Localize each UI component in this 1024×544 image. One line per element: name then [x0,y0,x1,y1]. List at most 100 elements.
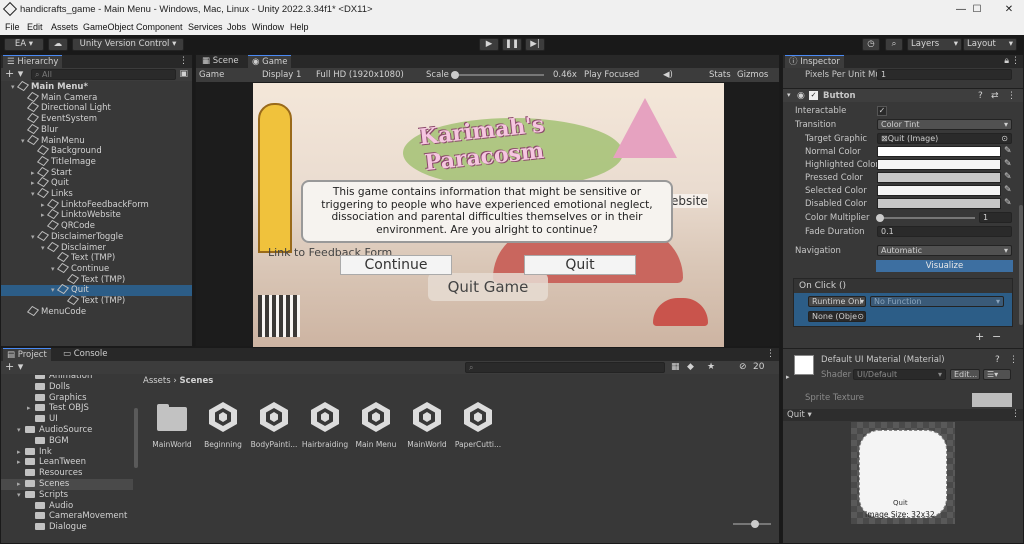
hierarchy-item[interactable]: TitleImage [1,155,192,168]
expand-arrow-icon[interactable]: ▸ [27,403,35,414]
stats-button[interactable]: Stats [709,68,731,82]
lock-icon[interactable]: 🔒︎ [1004,56,1009,66]
asset-scene[interactable]: PaperCutti... [452,400,504,449]
menu-edit[interactable]: Edit [27,22,43,32]
normal-color-swatch[interactable] [877,146,1001,157]
quit-game-button[interactable]: Quit Game [428,273,548,301]
asset-scene[interactable]: BodyPainti... [248,400,300,449]
navigation-dropdown[interactable]: Automatic ▾ [877,245,1012,256]
interactable-checkbox[interactable]: ✓ [877,106,887,116]
menu-help[interactable]: Help [290,22,309,32]
layers-dropdown[interactable]: Layers ▾ [907,38,962,51]
menu-assets[interactable]: Assets [51,22,78,32]
object-field[interactable]: None (Obje ⊙ [808,311,866,322]
audio-icon[interactable]: ◀) [663,68,673,82]
breadcrumb-assets[interactable]: Assets [143,376,171,386]
hierarchy-item[interactable]: Text (TMP) [1,273,192,286]
link-website-text[interactable]: ebsite [671,194,708,208]
menu-window[interactable]: Window [252,22,284,32]
color-multiplier-slider[interactable] [876,214,975,222]
visualize-button[interactable]: Visualize [876,260,1013,272]
help-icon[interactable]: ? [995,355,1000,365]
project-folder-item[interactable]: BGM [1,436,133,447]
label-icon[interactable]: ◆ [687,362,694,372]
more-icon[interactable]: ⋮ [1007,91,1016,101]
collapse-arrow-icon[interactable]: ▾ [17,490,25,501]
project-folder-item[interactable]: CameraMovement [1,511,133,522]
menu-jobs[interactable]: Jobs [227,22,246,32]
expand-arrow-icon[interactable]: ▸ [17,479,25,490]
project-folder-item[interactable]: Resources [1,468,133,479]
preview-name-dropdown[interactable]: Quit ▾ [787,410,812,420]
asset-folder[interactable]: MainWorld [146,400,198,449]
fade-duration-field[interactable]: 0.1 [877,226,1012,237]
hierarchy-item[interactable]: ▾ Main Menu* [1,80,192,93]
add-event-button[interactable]: + [975,330,984,343]
close-button[interactable]: ✕ [992,0,1024,20]
filter-icon[interactable]: ▣ [179,69,188,79]
color-multiplier-handle[interactable] [876,214,884,222]
asset-scene[interactable]: Beginning [197,400,249,449]
edit-shader-button[interactable]: Edit... [950,369,980,380]
menu-file[interactable]: File [5,22,20,32]
breadcrumb-scenes[interactable]: Scenes [179,376,213,386]
zoom-slider[interactable] [733,520,771,528]
eyedropper-icon[interactable]: ✎ [1004,172,1012,182]
preset-icon[interactable]: ⇄ [991,91,999,101]
hierarchy-item[interactable]: ▸ Quit [1,177,192,189]
hierarchy-item[interactable]: ▾ Links [1,187,192,200]
add-icon[interactable]: + ▾ [5,67,23,80]
hierarchy-item[interactable]: Directional Light [1,102,192,114]
project-folder-item[interactable]: UI [1,414,133,425]
function-dropdown[interactable]: No Function ▾ [870,296,1004,307]
visibility-icon[interactable]: ⊘ [739,362,747,372]
tree-scrollbar[interactable] [134,408,138,468]
pressed-color-swatch[interactable] [877,172,1001,183]
zoom-slider-handle[interactable] [751,520,759,528]
hierarchy-item[interactable]: Main Camera [1,91,192,104]
step-button[interactable]: ▶| [525,38,545,51]
continue-button[interactable]: Continue [340,255,452,275]
eyedropper-icon[interactable]: ✎ [1004,146,1012,156]
game-viewport[interactable]: Karimah's Paracosm Link to Feedback Form… [253,83,724,347]
hierarchy-item[interactable]: Text (TMP) [1,252,192,264]
project-folder-item[interactable]: Dialogue [1,522,133,533]
menu-services[interactable]: Services [188,22,223,32]
account-dropdown[interactable]: EA ▾ [4,38,44,51]
transition-dropdown[interactable]: Color Tint ▾ [877,119,1012,130]
remove-event-button[interactable]: − [992,330,1001,343]
object-picker-icon[interactable]: ⊙ [1001,134,1008,143]
history-button[interactable]: ◷ [862,38,880,51]
tab-game[interactable]: ◉ Game [248,55,292,68]
asset-scene[interactable]: Hairbraiding [299,400,351,449]
hierarchy-item[interactable]: ▾ Quit [1,284,192,297]
project-search-input[interactable]: ⌕ [465,362,665,373]
project-folder-item[interactable]: Graphics [1,393,133,404]
version-control-dropdown[interactable]: Unity Version Control ▾ [72,38,184,51]
more-icon[interactable]: ⋮ [766,349,775,359]
hierarchy-item[interactable]: ▾ DisclaimerToggle [1,230,192,243]
hierarchy-item[interactable]: ▾ Continue [1,262,192,275]
game-mode-dropdown[interactable]: Game [199,68,224,82]
gizmos-dropdown[interactable]: Gizmos [737,68,768,82]
help-icon[interactable]: ? [978,91,983,101]
project-folder-item[interactable]: ▾ AudioSource [1,425,133,436]
cloud-button[interactable]: ☁ [48,38,68,51]
hierarchy-item[interactable]: ▸ LinktoWebsite [1,209,192,221]
shader-dropdown[interactable]: UI/Default ▾ [853,369,946,380]
object-picker-icon[interactable]: ⊙ [857,312,864,321]
collapse-arrow-icon[interactable]: ▾ [787,91,791,99]
color-multiplier-field[interactable]: 1 [979,212,1012,223]
project-folder-item[interactable]: ▸ Test OBJS [1,403,133,414]
eyedropper-icon[interactable]: ✎ [1004,185,1012,195]
hierarchy-item[interactable]: Blur [1,123,192,136]
asset-scene[interactable]: Main Menu [350,400,402,449]
scroll-bar[interactable] [1019,205,1023,325]
onclick-entry[interactable]: Runtime Onl ▾ No Function ▾ None (Obje ⊙ [794,293,1012,326]
highlighted-color-swatch[interactable] [877,159,1001,170]
scale-slider-handle[interactable] [451,71,459,79]
enabled-checkbox[interactable]: ✓ [809,91,818,100]
search-button[interactable]: ⌕ [885,38,903,51]
scale-slider[interactable] [451,71,544,79]
collapse-arrow-icon[interactable]: ▸ [786,373,790,381]
